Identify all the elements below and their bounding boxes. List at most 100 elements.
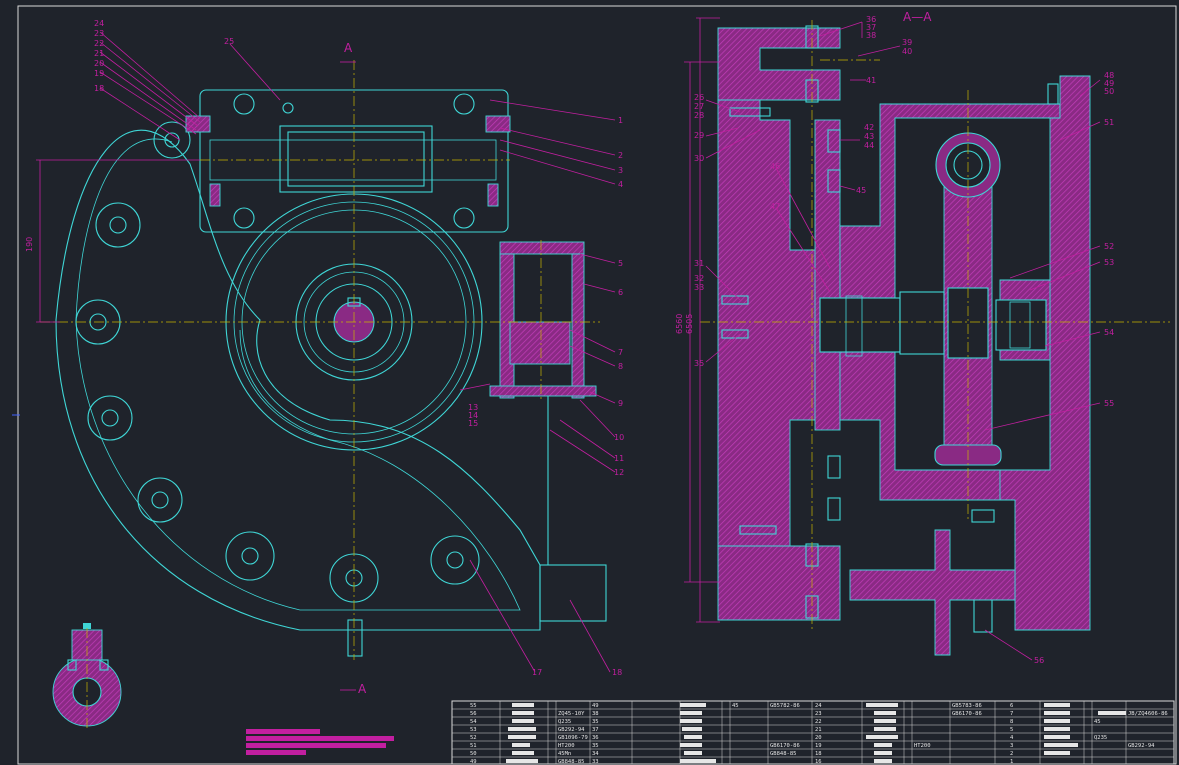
- bom-cell: Q235: [558, 719, 571, 725]
- part-label: 4: [618, 180, 623, 189]
- part-label: 54: [1104, 328, 1114, 337]
- bom-cell: 5: [1010, 727, 1013, 733]
- part-label: 27: [694, 102, 704, 111]
- bom-cell: HT200: [914, 743, 931, 749]
- part-label: 30: [694, 154, 704, 163]
- part-label: 10: [614, 433, 624, 442]
- bom-cell: 21: [815, 727, 822, 733]
- part-label: 51: [1104, 118, 1114, 127]
- part-label: 26: [694, 93, 704, 102]
- bom-cell: 49: [592, 703, 599, 709]
- part-label: 56: [1034, 656, 1044, 665]
- bom-cell: GB5783-86: [952, 703, 982, 709]
- bom-cell: ZQ45-10Y: [558, 711, 585, 717]
- bom-cell: GB5782-86: [770, 703, 800, 709]
- tech-notes: [246, 729, 394, 755]
- bom-cell: 35: [592, 743, 599, 749]
- bom-cell: 18: [815, 751, 822, 757]
- bom-cell: 55: [470, 703, 477, 709]
- bom-cell: 3: [1010, 743, 1013, 749]
- bom-cell: 50: [470, 751, 477, 757]
- part-label: 40: [902, 47, 912, 56]
- bom-cell: 19: [815, 743, 822, 749]
- bom-cell: 45: [732, 703, 739, 709]
- bom-cell: 53: [470, 727, 477, 733]
- part-label: 5: [618, 259, 623, 268]
- part-label: 1: [618, 116, 623, 125]
- dim-6560-label: 6560: [675, 314, 684, 334]
- bom-cell: 4: [1010, 735, 1014, 741]
- pin-holes: [75, 121, 480, 603]
- bom-cell: GB6170-86: [952, 711, 982, 717]
- part-label: 42: [864, 123, 874, 132]
- bom-cell: 37: [592, 727, 599, 733]
- bom-cell: 8: [1010, 719, 1013, 725]
- bom-cell: 52: [470, 735, 477, 741]
- part-label: 50: [1104, 87, 1114, 96]
- bom-cell: 45Mn: [558, 751, 571, 757]
- front-view: 190 A A: [25, 41, 607, 696]
- part-label: 7: [618, 348, 623, 357]
- bom-cell: 38: [592, 711, 599, 717]
- part-label: 32: [694, 274, 704, 283]
- part-label: 43: [864, 132, 874, 141]
- part-label: 25: [224, 37, 234, 46]
- bom-cell: 20: [815, 735, 822, 741]
- part-label: 44: [864, 141, 874, 150]
- part-label: 15: [468, 419, 478, 428]
- bom-cell: HT200: [558, 743, 575, 749]
- bom-cell: 2: [1010, 751, 1013, 757]
- part-label: 21: [94, 49, 104, 58]
- bom-cell: JB/ZQ4606-86: [1128, 711, 1168, 717]
- detail-view: [52, 623, 122, 730]
- bom-cell: 7: [1010, 711, 1013, 717]
- bom-cell: 34: [592, 751, 599, 757]
- bom-cell: Q235: [1094, 735, 1107, 741]
- part-label: 55: [1104, 399, 1114, 408]
- part-label: 45: [856, 186, 866, 195]
- dim-190: [36, 159, 200, 323]
- part-label: 35: [694, 359, 704, 368]
- part-label: 53: [1104, 258, 1114, 267]
- top-clamp: [717, 27, 841, 101]
- section-mark-bottom: A: [358, 682, 367, 696]
- bom-cell: GB6170-86: [770, 743, 800, 749]
- bom-cell: 22: [815, 719, 822, 725]
- part-label: 23: [94, 29, 104, 38]
- bom-cell: GB848-85: [558, 759, 585, 765]
- part-label: 11: [614, 454, 624, 463]
- part-label: 6: [618, 288, 623, 297]
- cad-drawing: 190 A A 24 23 22 21 20 19 18 25 1 2 3 4 …: [12, 5, 1177, 765]
- part-label: 41: [866, 76, 876, 85]
- part-label: 3: [618, 166, 623, 175]
- part-label: 18: [94, 84, 104, 93]
- bom-table: 55 56 54 53 52 51 50 49 49 38 35 37 36 3…: [451, 700, 1175, 765]
- dim-190-label: 190: [25, 237, 34, 252]
- part-label: 47: [770, 202, 780, 211]
- section-mark-top: A: [344, 41, 353, 55]
- part-label: 8: [618, 362, 623, 371]
- bottom-clamp: [717, 545, 841, 621]
- bom-cell: 35: [592, 719, 599, 725]
- part-label: 24: [94, 19, 104, 28]
- part-label: 29: [694, 131, 704, 140]
- part-label: 38: [866, 31, 876, 40]
- bom-cell: 1: [1010, 759, 1013, 765]
- bom-cell: GB848-85: [770, 751, 797, 757]
- motor-bracket: [347, 241, 607, 657]
- bom-cell: GB292-94: [558, 727, 585, 733]
- part-label: 39: [902, 38, 912, 47]
- part-label: 18: [612, 668, 622, 677]
- bottom-crank: [849, 529, 1016, 656]
- part-label: 33: [694, 283, 704, 292]
- bom-cell: 24: [815, 703, 822, 709]
- bom-cell: 54: [470, 719, 477, 725]
- bom-cell: GB1096-79: [558, 735, 588, 741]
- part-label: 17: [532, 668, 542, 677]
- bom-cell: 45: [1094, 719, 1101, 725]
- bom-cell: 16: [815, 759, 822, 765]
- section-view: 6560 6505 A—A: [675, 10, 1170, 656]
- part-label: 2: [618, 151, 623, 160]
- bom-cell: 49: [470, 759, 477, 765]
- bom-cell: 51: [470, 743, 477, 749]
